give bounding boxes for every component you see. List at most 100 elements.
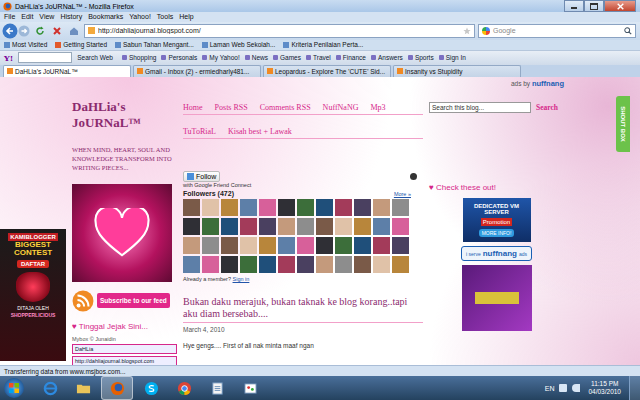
follower-avatar[interactable] <box>354 218 371 235</box>
browser-tab[interactable]: Leopardus - Explore The 'CUTE' Sid... <box>263 65 391 77</box>
taskbar-app[interactable] <box>35 377 65 399</box>
clock[interactable]: 11:15 PM 04/03/2010 <box>585 380 624 397</box>
follow-button[interactable]: Follow <box>183 171 220 182</box>
start-button[interactable] <box>4 378 24 398</box>
follower-avatar[interactable] <box>183 199 200 216</box>
menu-item[interactable]: Tools <box>157 13 173 20</box>
follower-avatar[interactable] <box>373 256 390 273</box>
yahoo-toolbar-item[interactable]: My Yahoo! <box>202 54 239 61</box>
taskbar-app[interactable] <box>202 377 232 399</box>
follower-avatar[interactable] <box>335 256 352 273</box>
follower-avatar[interactable] <box>221 256 238 273</box>
subscribe-button[interactable]: Subscribe to our feed <box>97 293 170 308</box>
follower-avatar[interactable] <box>202 218 219 235</box>
taskbar-app[interactable] <box>235 377 265 399</box>
guestbook-field[interactable]: http://dahliajournal.blogspot.com <box>72 356 177 365</box>
taskbar-app[interactable] <box>68 377 98 399</box>
follower-avatar[interactable] <box>183 237 200 254</box>
yahoo-search-field[interactable] <box>18 52 72 63</box>
follower-avatar[interactable] <box>354 256 371 273</box>
minimize-button[interactable] <box>564 0 584 12</box>
yahoo-logo[interactable]: Y! <box>4 53 13 63</box>
home-icon[interactable] <box>69 26 79 36</box>
follower-avatar[interactable] <box>335 237 352 254</box>
follower-avatar[interactable] <box>392 237 409 254</box>
follower-avatar[interactable] <box>240 256 257 273</box>
follower-avatar[interactable] <box>240 237 257 254</box>
follower-avatar[interactable] <box>392 218 409 235</box>
follower-avatar[interactable] <box>221 237 238 254</box>
follower-avatar[interactable] <box>373 218 390 235</box>
widget-menu-icon[interactable] <box>410 173 417 180</box>
yahoo-toolbar-item[interactable]: Games <box>273 54 301 61</box>
follower-avatar[interactable] <box>259 218 276 235</box>
yahoo-toolbar-item[interactable]: Sports <box>408 54 434 61</box>
blog-title[interactable]: DaHLia's JoURNaL™ <box>72 99 177 131</box>
follower-avatar[interactable] <box>316 199 333 216</box>
follower-avatar[interactable] <box>297 237 314 254</box>
search-web-button[interactable]: Search Web <box>77 54 117 61</box>
follower-avatar[interactable] <box>316 256 333 273</box>
maximize-button[interactable] <box>584 0 604 12</box>
follower-avatar[interactable] <box>221 218 238 235</box>
yahoo-toolbar-item[interactable]: News <box>245 54 268 61</box>
blog-nav-link[interactable]: Mp3 <box>370 103 385 112</box>
subscribe-feed[interactable]: Subscribe to our feed <box>72 290 177 312</box>
volume-icon[interactable] <box>572 384 580 392</box>
follower-avatar[interactable] <box>221 199 238 216</box>
close-button[interactable] <box>604 0 636 12</box>
follower-avatar[interactable] <box>259 256 276 273</box>
follower-avatar[interactable] <box>373 237 390 254</box>
follower-avatar[interactable] <box>297 199 314 216</box>
taskbar-app[interactable] <box>101 376 133 400</box>
reload-icon[interactable] <box>35 26 45 36</box>
blog-nav-link[interactable]: Posts RSS <box>215 103 248 112</box>
bookmark-item[interactable]: Kriteria Penilaian Perta... <box>283 41 363 48</box>
follower-avatar[interactable] <box>316 218 333 235</box>
purple-ad-banner[interactable] <box>462 265 532 331</box>
back-arrow-icon[interactable] <box>2 23 18 39</box>
server-ad[interactable]: DEDICATED VM SERVER Promotion MORE INFO! <box>463 198 531 242</box>
forward-arrow-icon[interactable] <box>18 25 30 37</box>
language-indicator[interactable]: EN <box>545 385 555 392</box>
bookmark-item[interactable]: Sabun Tahan Mengant... <box>115 41 194 48</box>
blog-search-button[interactable]: Search <box>536 103 558 112</box>
network-icon[interactable] <box>559 384 567 392</box>
follower-avatar[interactable] <box>202 256 219 273</box>
nuffnang-badge[interactable]: i serve nuffnang ads <box>461 246 532 261</box>
menu-item[interactable]: File <box>4 13 15 20</box>
follower-avatar[interactable] <box>354 199 371 216</box>
bookmark-item[interactable]: Most Visited <box>4 41 47 48</box>
follower-avatar[interactable] <box>202 199 219 216</box>
follower-avatar[interactable] <box>278 237 295 254</box>
menu-item[interactable]: Bookmarks <box>88 13 123 20</box>
follower-avatar[interactable] <box>373 199 390 216</box>
follower-avatar[interactable] <box>202 237 219 254</box>
contest-banner[interactable]: KAMIBLOGGER BIGGEST CONTEST DAFTAR DITAJ… <box>0 229 66 361</box>
bookmark-star-icon[interactable] <box>463 27 471 35</box>
yahoo-toolbar-item[interactable]: Sign In <box>439 54 466 61</box>
ads-by-nuffnang[interactable]: ads by nuffnang <box>511 79 564 88</box>
search-bar[interactable]: Google <box>478 24 636 38</box>
follower-avatar[interactable] <box>335 218 352 235</box>
follower-avatar[interactable] <box>259 237 276 254</box>
follower-avatar[interactable] <box>392 199 409 216</box>
yahoo-toolbar-item[interactable]: Answers <box>371 54 403 61</box>
menu-item[interactable]: Yahoo! <box>129 13 151 20</box>
blog-nav-link[interactable]: Kisah best + Lawak <box>228 127 292 136</box>
yahoo-toolbar-item[interactable]: Shopping <box>122 54 156 61</box>
follower-avatar[interactable] <box>278 199 295 216</box>
menu-item[interactable]: Edit <box>21 13 33 20</box>
shout-box-tab[interactable]: SHOUT BOX <box>616 96 630 152</box>
browser-tab[interactable]: Insanity vs Stupidity <box>393 65 521 77</box>
menu-item[interactable]: View <box>39 13 54 20</box>
bookmark-item[interactable]: Getting Started <box>55 41 107 48</box>
follower-avatar[interactable] <box>240 218 257 235</box>
follower-avatar[interactable] <box>297 218 314 235</box>
blog-nav-link[interactable]: NuffNaNG <box>323 103 359 112</box>
follower-avatar[interactable] <box>335 199 352 216</box>
follower-avatar[interactable] <box>392 256 409 273</box>
bookmark-item[interactable]: Laman Web Sekolah... <box>202 41 276 48</box>
menu-item[interactable]: History <box>60 13 82 20</box>
follower-avatar[interactable] <box>183 218 200 235</box>
